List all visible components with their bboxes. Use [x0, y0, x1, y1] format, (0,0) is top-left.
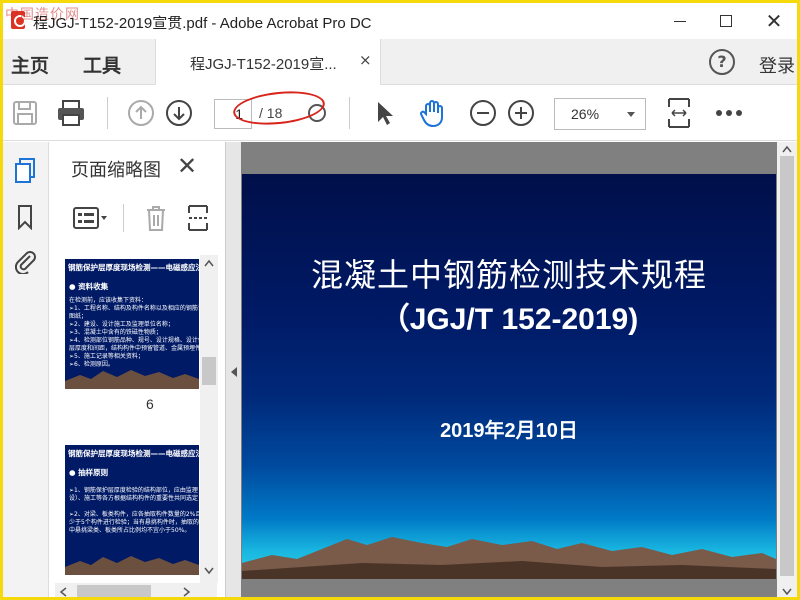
slide-date: 2019年2月10日	[440, 420, 578, 442]
scroll-up-icon[interactable]	[204, 259, 214, 267]
thumbnail-horizontal-scrollbar[interactable]	[55, 583, 217, 597]
zoom-value: 26%	[571, 106, 600, 122]
print-icon[interactable]	[55, 97, 87, 129]
close-tab-icon[interactable]: ×	[359, 51, 372, 69]
thumbnail-mountains	[65, 556, 199, 575]
thumbnail-page-number: 6	[146, 396, 154, 412]
scroll-right-icon[interactable]	[183, 587, 191, 597]
thumbnail-header: 钢筋保护层厚度现场检测——电磁感应法	[68, 263, 199, 272]
thumbnail-options-icon[interactable]	[73, 206, 109, 234]
slide-mountains	[242, 537, 776, 579]
slide-subtitle: （JGJ/T 152-2019)	[379, 303, 639, 336]
scroll-left-icon[interactable]	[59, 587, 67, 597]
more-icon[interactable]	[713, 97, 745, 129]
thumbnail-vertical-scrollbar[interactable]	[200, 255, 218, 583]
zoom-in-icon[interactable]	[505, 97, 537, 129]
thumbnail-section-title: ● 抽样原则	[69, 468, 109, 477]
tab-home[interactable]: 主页	[11, 51, 49, 78]
minimize-button[interactable]	[657, 3, 703, 39]
document-view: 混凝土中钢筋检测技术规程 （JGJ/T 152-2019) 2019年2月10日	[241, 142, 797, 597]
zoom-select[interactable]: 26%	[554, 98, 646, 130]
toolbar-separator	[349, 97, 350, 129]
slide-title: 混凝土中钢筋检测技术规程	[310, 256, 707, 294]
panel-splitter[interactable]	[225, 142, 241, 597]
toolbar-separator	[107, 97, 108, 129]
scrollbar-thumb[interactable]	[202, 357, 216, 385]
page-thumbnail-6[interactable]: 钢筋保护层厚度现场检测——电磁感应法 ● 资料收集 在检测前，应该收集下资料： …	[65, 259, 199, 389]
scrollbar-thumb[interactable]	[780, 156, 794, 576]
select-arrow-icon[interactable]	[369, 97, 401, 129]
hand-tool-icon[interactable]	[417, 97, 449, 129]
thumbnail-text-line: 中悬挑梁类、板类所占比例均不宜小于50%。	[69, 527, 191, 534]
app-window: 中国造价网 程JGJ-T152-2019宣贯.pdf - Adobe Acrob…	[0, 0, 800, 600]
document-vertical-scrollbar[interactable]	[777, 142, 797, 597]
scroll-down-icon[interactable]	[204, 567, 214, 575]
page-thumbnails-icon[interactable]	[10, 156, 40, 186]
scroll-up-icon[interactable]	[782, 145, 792, 153]
window-title: 程JGJ-T152-2019宣贯.pdf - Adobe Acrobat Pro…	[33, 15, 372, 32]
panel-title: 页面缩略图	[71, 160, 161, 181]
main-toolbar: 1 / 18 26%	[3, 85, 797, 141]
thumbnail-header: 钢筋保护层厚度现场检测——电磁感应法	[68, 449, 199, 458]
delete-page-icon[interactable]	[145, 204, 167, 236]
bookmark-icon[interactable]	[10, 202, 40, 232]
panel-separator	[123, 204, 124, 232]
thumbnail-panel: 页面缩略图 ✕ 钢筋保护层厚度现场检测——电磁感应法 ● 资料收集 在检测前，应…	[49, 142, 225, 597]
thumbnail-section-title: ● 资料收集	[69, 282, 109, 291]
collapse-panel-icon[interactable]	[231, 367, 237, 377]
login-button[interactable]: 登录	[759, 52, 795, 78]
minimize-icon	[674, 20, 686, 22]
fit-page-icon[interactable]	[663, 97, 695, 129]
zoom-out-icon[interactable]	[467, 97, 499, 129]
scrollbar-thumb[interactable]	[77, 585, 151, 597]
save-icon[interactable]	[9, 97, 41, 129]
close-window-button[interactable]: ✕	[751, 3, 797, 39]
close-panel-icon[interactable]: ✕	[177, 152, 197, 180]
panel-toolbar	[49, 198, 225, 238]
help-icon[interactable]: ?	[709, 49, 735, 75]
menu-tab-bar: 主页 工具 程JGJ-T152-2019宣... × ? 登录	[3, 39, 797, 85]
page-extract-icon[interactable]	[187, 204, 209, 236]
page-down-icon[interactable]	[163, 97, 195, 129]
document-tab[interactable]: 程JGJ-T152-2019宣... ×	[155, 39, 381, 85]
left-rail	[3, 142, 49, 597]
maximize-icon	[720, 15, 732, 27]
thumbnail-text-line: 设）、施工等各方根据结构构件的重要性共同选定；	[69, 495, 199, 502]
attachment-icon[interactable]	[10, 246, 40, 276]
tab-tools[interactable]: 工具	[83, 51, 121, 78]
page-thumbnail-7[interactable]: 钢筋保护层厚度现场检测——电磁感应法 ● 抽样原则 ➢1、钢筋保护层厚度检验的结…	[65, 445, 199, 575]
title-bar: 中国造价网 程JGJ-T152-2019宣贯.pdf - Adobe Acrob…	[3, 3, 797, 39]
chevron-down-icon	[627, 112, 635, 117]
page-up-icon[interactable]	[125, 97, 157, 129]
document-tab-label: 程JGJ-T152-2019宣...	[190, 56, 337, 73]
thumbnail-mountains	[65, 370, 199, 389]
scroll-down-icon[interactable]	[782, 588, 792, 596]
maximize-button[interactable]	[703, 3, 749, 39]
pdf-page: 混凝土中钢筋检测技术规程 （JGJ/T 152-2019) 2019年2月10日	[242, 174, 776, 579]
